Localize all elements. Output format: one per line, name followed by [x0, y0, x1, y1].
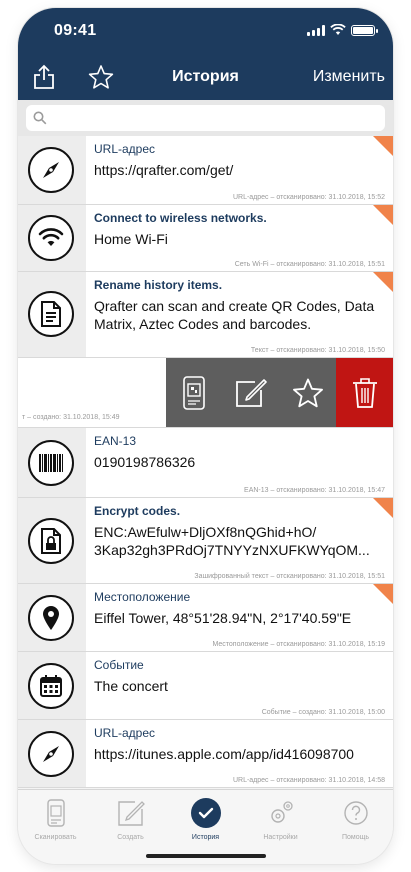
- item-type: URL-адрес: [94, 726, 156, 740]
- item-type: Событие: [94, 658, 144, 672]
- item-meta: т – создано: 31.10.2018, 15:49: [22, 414, 120, 421]
- item-content: Eiffel Tower, 48°51'28.94"N, 2°17'40.59"…: [94, 610, 352, 626]
- new-ribbon: [373, 584, 393, 604]
- tab-scan[interactable]: Сканировать: [18, 790, 93, 864]
- item-meta: EAN-13 – отсканировано: 31.10.2018, 15:4…: [244, 487, 385, 494]
- edit-icon: [236, 378, 267, 407]
- navigation-bar: История Изменить: [18, 60, 393, 96]
- history-check-icon: [190, 798, 221, 828]
- item-meta: Событие – создано: 31.10.2018, 15:00: [261, 709, 385, 716]
- tab-help[interactable]: Помощь: [318, 790, 393, 864]
- trash-icon: [352, 377, 377, 408]
- compass-icon: [28, 147, 74, 193]
- delete-action[interactable]: [336, 358, 393, 427]
- wifi-icon: [28, 215, 74, 261]
- tab-bar: Сканировать Создать История Настройки По…: [18, 789, 393, 864]
- document-icon: [28, 291, 74, 337]
- tab-label: Настройки: [263, 834, 298, 841]
- item-type: Местоположение: [94, 590, 191, 604]
- history-row-swiped[interactable]: т – создано: 31.10.2018, 15:49: [18, 358, 393, 428]
- tab-create[interactable]: Создать: [93, 790, 168, 864]
- tab-label: Помощь: [341, 834, 370, 841]
- history-row-url-itunes[interactable]: URL-адрес https://itunes.apple.com/app/i…: [18, 720, 393, 788]
- search-input[interactable]: [26, 105, 385, 131]
- help-icon: [341, 798, 371, 828]
- scan-icon: [41, 798, 71, 828]
- item-content: The concert: [94, 678, 168, 694]
- search-icon: [33, 111, 47, 125]
- compass-icon: [28, 731, 74, 777]
- new-ribbon: [373, 272, 393, 292]
- item-content: Home Wi-Fi: [94, 231, 168, 247]
- phone-screen: 09:41 История Изменить URL-адрес https:/…: [18, 8, 393, 864]
- history-row-location[interactable]: Местоположение Eiffel Tower, 48°51'28.94…: [18, 584, 393, 652]
- item-type: EAN-13: [94, 434, 137, 448]
- status-time: 09:41: [54, 22, 97, 39]
- barcode-icon: [28, 440, 74, 486]
- qr-code-icon: [183, 375, 206, 410]
- favorite-action[interactable]: [280, 358, 337, 427]
- history-row-event[interactable]: Событие The concert Событие – создано: 3…: [18, 652, 393, 720]
- tab-label: Создать: [117, 834, 144, 841]
- home-indicator: [145, 854, 266, 858]
- search-bar: [18, 100, 393, 136]
- lock-document-icon: [28, 518, 74, 564]
- calendar-icon: [28, 663, 74, 709]
- item-type: Rename history items.: [94, 278, 223, 292]
- location-pin-icon: [28, 595, 74, 641]
- status-bar: 09:41: [18, 22, 393, 44]
- item-content: https://qrafter.com/get/: [94, 162, 234, 178]
- header: 09:41 История Изменить: [18, 8, 393, 100]
- tab-settings[interactable]: Настройки: [243, 790, 318, 864]
- item-type: Encrypt codes.: [94, 504, 181, 518]
- edit-action[interactable]: [223, 358, 280, 427]
- star-icon: [292, 378, 323, 407]
- item-content: ENC:AwEfulw+DljOXf8nQGhid+hO/ 3Kap32gh3P…: [94, 524, 370, 558]
- create-icon: [116, 798, 146, 828]
- tab-label: История: [191, 834, 220, 841]
- cellular-signal-icon: [307, 24, 325, 36]
- history-row-ean[interactable]: EAN-13 0190198786326 EAN-13 – отсканиров…: [18, 428, 393, 498]
- qr-code-action[interactable]: [166, 358, 223, 427]
- edit-button[interactable]: Изменить: [313, 68, 385, 86]
- item-content: Qrafter can scan and create QR Codes, Da…: [94, 298, 375, 332]
- battery-icon: [351, 25, 378, 36]
- history-row-encrypted[interactable]: Encrypt codes. ENC:AwEfulw+DljOXf8nQGhid…: [18, 498, 393, 584]
- swipe-actions: [166, 358, 393, 427]
- status-icons: [307, 24, 378, 36]
- item-content: 0190198786326: [94, 454, 196, 470]
- item-content: https://itunes.apple.com/app/id416098700: [94, 746, 354, 762]
- item-meta: Текст – отсканировано: 31.10.2018, 15:50: [250, 347, 385, 354]
- history-row-text[interactable]: Rename history items. Qrafter can scan a…: [18, 272, 393, 358]
- new-ribbon: [373, 205, 393, 225]
- item-type: Connect to wireless networks.: [94, 211, 267, 225]
- history-row-wifi[interactable]: Connect to wireless networks. Home Wi-Fi…: [18, 205, 393, 272]
- item-meta: URL-адрес – отсканировано: 31.10.2018, 1…: [232, 777, 385, 784]
- new-ribbon: [373, 498, 393, 518]
- settings-icon: [266, 798, 296, 828]
- item-meta: URL-адрес – отсканировано: 31.10.2018, 1…: [232, 194, 385, 201]
- wifi-status-icon: [330, 24, 346, 35]
- item-meta: Сеть Wi-Fi – отсканировано: 31.10.2018, …: [234, 261, 385, 268]
- new-ribbon: [373, 136, 393, 156]
- item-meta: Зашифрованный текст – отсканировано: 31.…: [194, 573, 385, 580]
- tab-label: Сканировать: [34, 834, 77, 841]
- item-meta: Местоположение – отсканировано: 31.10.20…: [212, 641, 385, 648]
- tab-history[interactable]: История: [168, 790, 243, 864]
- item-type: URL-адрес: [94, 142, 156, 156]
- history-row-url[interactable]: URL-адрес https://qrafter.com/get/ URL-а…: [18, 136, 393, 205]
